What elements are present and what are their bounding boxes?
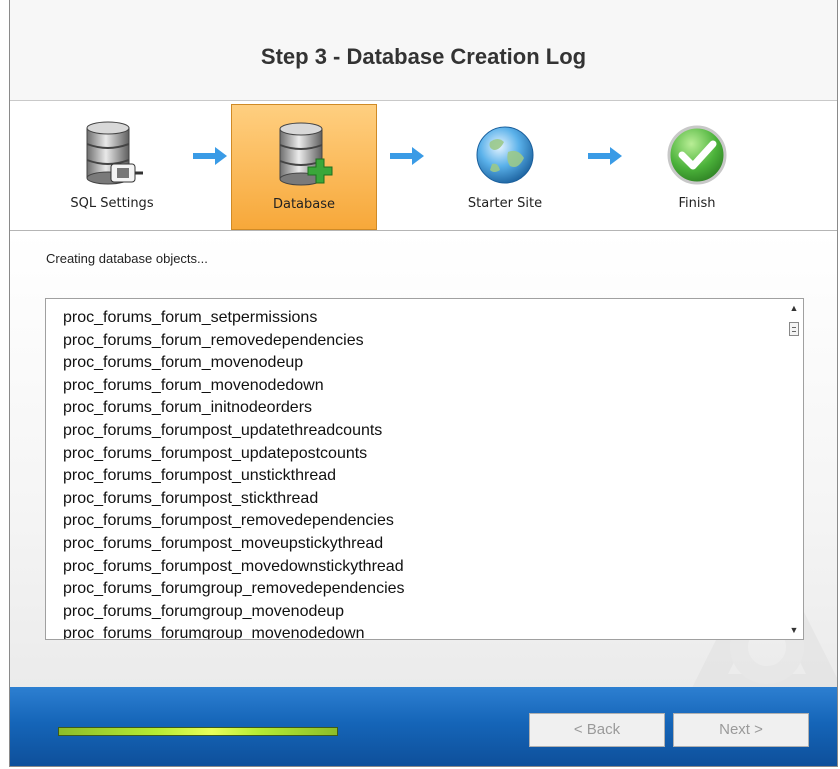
step-label: Database — [272, 197, 336, 212]
arrow-right-icon — [588, 147, 622, 165]
step-starter-site: Starter Site — [432, 104, 578, 230]
step-finish: Finish — [624, 104, 770, 230]
database-connect-icon — [86, 121, 143, 185]
arrow-right-icon — [193, 147, 227, 165]
log-line: proc_forums_forumpost_stickthread — [63, 489, 319, 507]
log-line: proc_forums_forumpost_removedependencies — [63, 512, 394, 530]
log-line: proc_forums_forumpost_unstickthread — [63, 467, 337, 485]
arrow-right-icon — [390, 147, 424, 165]
log-line: proc_forums_forum_movenodeup — [63, 354, 304, 372]
content-area: Creating database objects... proc_forums… — [10, 231, 837, 700]
scroll-up-icon[interactable]: ▲ — [785, 299, 803, 317]
database-add-icon — [279, 122, 333, 186]
log-line: proc_forums_forumpost_moveupstickythread — [63, 534, 384, 552]
step-label: SQL Settings — [70, 196, 154, 211]
log-line: proc_forums_forumgroup_movenodedown — [63, 625, 365, 640]
log-line: proc_forums_forum_removedependencies — [63, 331, 364, 349]
log-line: proc_forums_forumpost_updatethreadcounts — [63, 421, 383, 439]
installer-window: Step 3 - Database Creation Log SQL Setti… — [9, 0, 838, 767]
scrollbar-thumb[interactable] — [789, 322, 799, 336]
log-list: proc_forums_forum_setpermissions proc_for… — [63, 307, 405, 640]
back-button[interactable]: < Back — [529, 713, 665, 747]
footer-bar: < Back Next > — [10, 687, 837, 766]
log-line: proc_forums_forum_setpermissions — [63, 309, 318, 326]
status-text: Creating database objects... — [46, 251, 208, 266]
progress-fill — [59, 728, 337, 735]
progress-bar — [58, 727, 338, 736]
next-button[interactable]: Next > — [673, 713, 809, 747]
step-label: Starter Site — [467, 196, 543, 211]
step-label: Finish — [678, 196, 716, 211]
vertical-scrollbar[interactable]: ▲ ▼ — [785, 299, 803, 639]
log-line: proc_forums_forum_movenodedown — [63, 376, 324, 394]
globe-icon — [476, 126, 534, 184]
scroll-down-icon[interactable]: ▼ — [785, 621, 803, 639]
step-database: Database — [231, 104, 377, 230]
log-line: proc_forums_forumpost_movedownstickythre… — [63, 557, 404, 575]
log-line: proc_forums_forumgroup_movenodeup — [63, 602, 345, 620]
log-line: proc_forums_forum_initnodeorders — [63, 399, 313, 417]
step-sql-settings: SQL Settings — [39, 104, 185, 230]
log-line: proc_forums_forumpost_updatepostcounts — [63, 444, 368, 462]
log-textbox[interactable]: proc_forums_forum_setpermissions proc_for… — [45, 298, 804, 640]
page-title: Step 3 - Database Creation Log — [260, 44, 587, 69]
checkmark-icon — [667, 125, 727, 185]
header: Step 3 - Database Creation Log — [10, 0, 837, 101]
wizard-steps: SQL Settings Database Starter Site Finis… — [10, 101, 837, 231]
log-line: proc_forums_forumgroup_removedependencie… — [63, 580, 405, 598]
